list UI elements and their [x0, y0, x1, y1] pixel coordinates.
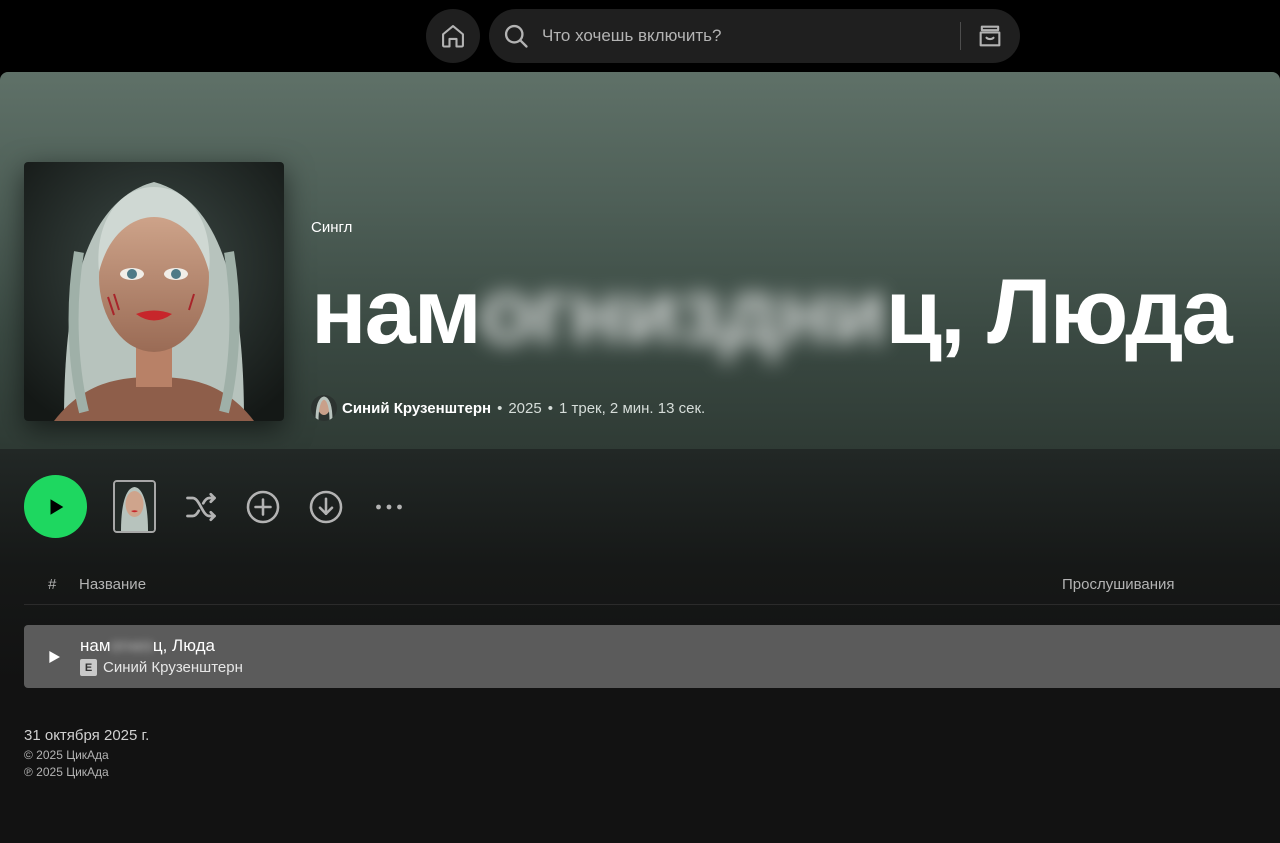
tracklist-header: # Название Прослушивания [24, 575, 1280, 605]
album-cover [24, 162, 284, 421]
track-title[interactable]: намогнизц, Люда [80, 636, 215, 656]
column-plays: Прослушивания [1062, 576, 1175, 593]
album-title: намогниздниц, Люда [311, 261, 1233, 363]
album-title-end: ц, Люда [885, 261, 1232, 363]
album-tracks-duration: 1 трек, 2 мин. 13 сек. [558, 399, 706, 417]
album-meta: Синий Крузенштерн • 2025 • 1 трек, 2 мин… [311, 395, 705, 421]
shuffle-button[interactable] [183, 489, 219, 525]
add-to-library-button[interactable] [245, 489, 281, 525]
column-title: Название [79, 576, 147, 593]
track-artist-link[interactable]: Синий Крузенштерн [103, 659, 243, 676]
home-icon [442, 25, 464, 48]
explicit-badge: E [80, 659, 97, 676]
release-date: 31 октября 2025 г. [24, 727, 150, 744]
meta-separator: • [497, 399, 503, 417]
track-title-blurred: огниз [110, 636, 153, 655]
column-number: # [48, 576, 57, 593]
album-header: Сингл намогниздниц, Люда Синий Крузенште… [0, 72, 1280, 449]
album-title-start: нам [311, 261, 481, 363]
track-row[interactable]: намогнизц, Люда E Синий Крузенштерн [24, 625, 1280, 688]
copyright: © 2025 ЦикАда [24, 748, 109, 762]
more-icon [376, 504, 402, 510]
track-title-end: ц, Люда [152, 636, 215, 655]
home-button[interactable] [426, 9, 480, 63]
album-type-label: Сингл [311, 219, 353, 236]
album-year: 2025 [508, 399, 542, 417]
main-panel: Сингл намогниздниц, Люда Синий Крузенште… [0, 72, 1280, 843]
phonogram-copyright: ℗ 2025 ЦикАда [24, 765, 109, 779]
top-bar: Что хочешь включить? [0, 0, 1280, 72]
play-button[interactable] [24, 475, 87, 538]
track-title-start: нам [80, 636, 111, 655]
content-area: # Название Прослушивания намогнизц, Люда… [0, 449, 1280, 843]
shuffle-icon [186, 492, 216, 522]
album-title-blurred: огниздни [478, 261, 888, 363]
add-circle-icon [246, 490, 280, 524]
play-icon [50, 498, 63, 515]
more-options-button[interactable] [371, 489, 407, 525]
download-icon [309, 490, 343, 524]
play-icon[interactable] [46, 649, 62, 665]
search-bar[interactable]: Что хочешь включить? [489, 9, 1020, 63]
meta-separator: • [547, 399, 553, 417]
artist-avatar[interactable] [311, 395, 337, 421]
artist-link[interactable]: Синий Крузенштерн [342, 400, 491, 417]
search-divider [960, 22, 961, 50]
track-subline: E Синий Крузенштерн [80, 659, 243, 676]
search-icon [504, 24, 528, 48]
search-input[interactable]: Что хочешь включить? [542, 26, 721, 46]
download-button[interactable] [308, 489, 344, 525]
browse-icon[interactable] [976, 22, 1004, 50]
preview-cover-button[interactable] [113, 480, 156, 533]
